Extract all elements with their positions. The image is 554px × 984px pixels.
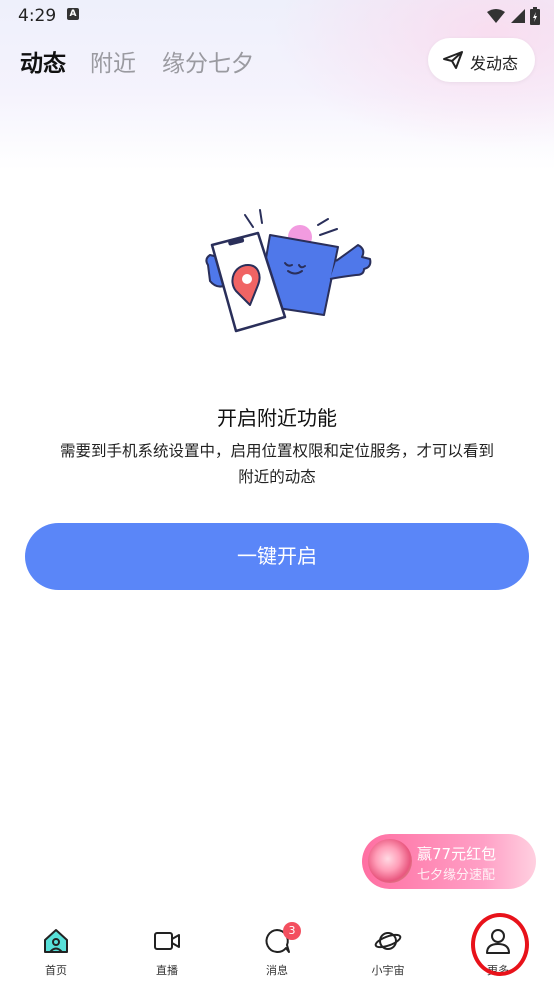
nav-item-messages[interactable]: 3 消息 [237, 910, 317, 984]
location-phone-illustration [205, 209, 372, 333]
nav-item-universe[interactable]: 小宇宙 [348, 910, 428, 984]
tab-qixi[interactable]: 缘分七夕 [162, 44, 254, 78]
cellular-icon [510, 9, 525, 23]
send-icon [442, 50, 464, 74]
promo-banner[interactable]: 赢77元红包 七夕缘分速配 [362, 834, 536, 889]
tab-dynamics[interactable]: 动态 [20, 44, 66, 78]
post-button[interactable]: 发动态 [428, 38, 535, 82]
planet-icon [374, 932, 402, 950]
home-icon [44, 929, 68, 953]
post-button-label: 发动态 [470, 54, 519, 73]
nav-item-live[interactable]: 直播 [127, 910, 207, 984]
status-bar: 4:29 A [0, 0, 554, 32]
nav-label-live: 直播 [156, 964, 178, 977]
tab-nearby[interactable]: 附近 [90, 44, 136, 78]
status-icons [487, 6, 540, 25]
nav-label-universe: 小宇宙 [371, 964, 405, 977]
notification-icon: A [67, 8, 79, 20]
empty-state-title: 开启附近功能 [217, 406, 337, 430]
status-time: 4:29 [18, 6, 57, 26]
flower-icon [368, 839, 412, 883]
wifi-icon [487, 9, 506, 23]
nav-label-messages: 消息 [266, 964, 288, 977]
nav-label-home: 首页 [45, 964, 67, 977]
video-camera-icon [154, 932, 180, 950]
unread-badge: 3 [283, 922, 301, 940]
nav-item-home[interactable]: 首页 [16, 910, 96, 984]
highlight-circle [471, 913, 529, 976]
promo-subtitle: 七夕缘分速配 [417, 868, 496, 883]
battery-icon [530, 7, 540, 25]
empty-state-description: 需要到手机系统设置中，启用位置权限和定位服务，才可以看到附近的动态 [59, 442, 494, 486]
enable-location-button[interactable]: 一键开启 [25, 523, 529, 590]
promo-title: 赢77元红包 [417, 845, 497, 863]
